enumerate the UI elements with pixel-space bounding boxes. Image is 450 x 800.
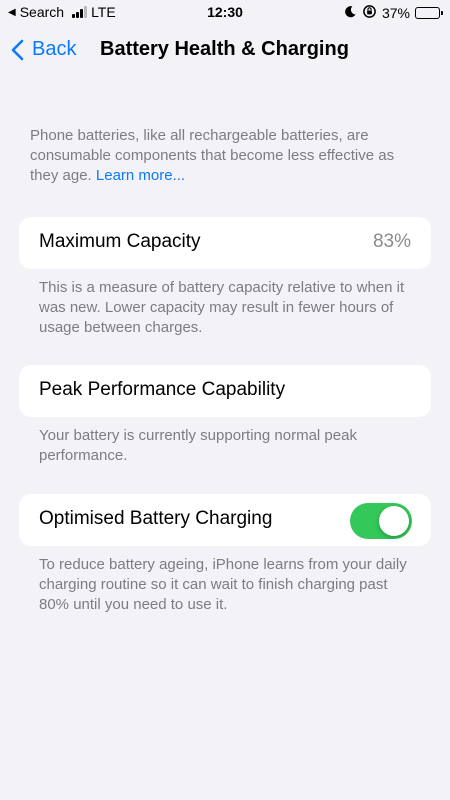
peak-performance-row: Peak Performance Capability [19,365,431,417]
back-button-label: Back [32,38,77,60]
optimised-charging-row: Optimised Battery Charging [19,494,431,546]
navigation-bar: Back Battery Health & Charging [0,30,450,74]
orientation-lock-icon [362,4,377,22]
peak-performance-label: Peak Performance Capability [39,379,286,400]
status-bar: ◀ Search LTE 12:30 37% [0,0,450,24]
peak-performance-note: Your battery is currently supporting nor… [39,427,357,464]
toggle-knob [379,506,409,536]
status-right: 37% [344,4,443,22]
maximum-capacity-row: Maximum Capacity 83% [19,217,431,269]
optimised-charging-toggle[interactable] [350,503,412,539]
intro-text: Phone batteries, like all rechargeable b… [30,126,422,186]
optimised-charging-label: Optimised Battery Charging [39,508,273,529]
back-button[interactable]: Back [10,38,76,61]
moon-icon [344,5,357,21]
maximum-capacity-note: This is a measure of battery capacity re… [39,279,405,336]
intro-description: Phone batteries, like all rechargeable b… [30,127,395,184]
chevron-left-icon [11,39,24,60]
optimised-charging-note: To reduce battery ageing, iPhone learns … [39,556,407,613]
page-title: Battery Health & Charging [100,38,349,60]
maximum-capacity-label: Maximum Capacity [39,231,201,252]
maximum-capacity-value: 83% [372,231,411,252]
battery-icon [415,7,443,19]
learn-more-link[interactable]: Learn more... [96,167,185,184]
battery-percent: 37% [381,5,410,21]
